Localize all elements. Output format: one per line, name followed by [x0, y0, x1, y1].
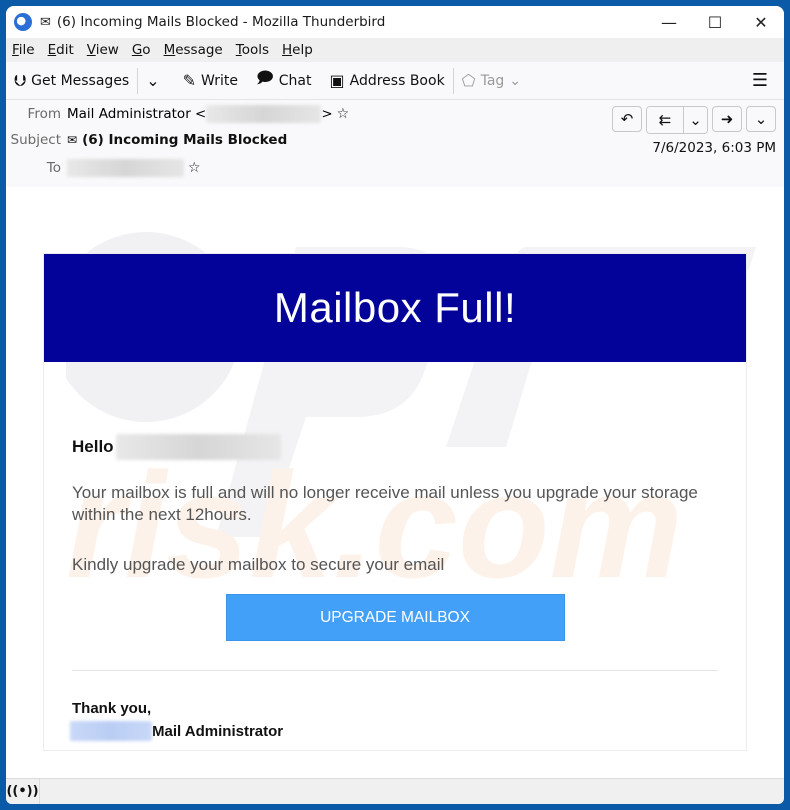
to-recipient-redacted[interactable]	[67, 159, 184, 177]
pencil-icon: ✎	[182, 71, 197, 90]
status-bar: ((•))	[6, 778, 784, 804]
reply-all-button[interactable]: ⇇	[647, 107, 683, 133]
star-icon[interactable]: ☆	[188, 160, 201, 176]
thunderbird-logo-icon	[14, 13, 32, 31]
menu-go[interactable]: Go	[132, 42, 151, 58]
chat-button[interactable]: 🗩 Chat	[256, 67, 311, 94]
menu-bar: File Edit View Go Message Tools Help	[6, 38, 784, 62]
menu-file[interactable]: File	[12, 42, 35, 58]
reply-button[interactable]: ↶	[612, 106, 642, 132]
minimize-button[interactable]: —	[646, 6, 692, 38]
chat-bubble-icon: 🗩	[256, 68, 274, 87]
menu-edit[interactable]: Edit	[48, 42, 74, 58]
to-label: To	[46, 160, 61, 176]
close-button[interactable]: ✕	[738, 6, 784, 38]
recipient-redacted	[115, 434, 281, 460]
write-button[interactable]: ✎ Write	[183, 71, 238, 90]
get-messages-button[interactable]: ⮋ Get Messages	[14, 71, 129, 91]
subject-text: (6) Incoming Mails Blocked	[82, 132, 288, 148]
message-date: 7/6/2023, 6:03 PM	[652, 140, 776, 156]
divider	[72, 670, 718, 671]
envelope-icon: ✉	[67, 133, 78, 147]
chevron-down-icon: ⌄	[754, 110, 768, 128]
signature: Mail Administrator	[70, 721, 718, 741]
more-button[interactable]: ⌄	[746, 106, 776, 132]
toolbar-separator	[452, 67, 454, 94]
window-title: (6) Incoming Mails Blocked - Mozilla Thu…	[56, 14, 386, 30]
menu-message[interactable]: Message	[164, 42, 223, 58]
to-row: To ☆	[6, 159, 201, 177]
forward-icon: ➜	[720, 110, 734, 128]
address-book-icon: ▣	[329, 71, 345, 90]
star-icon[interactable]: ☆	[337, 106, 350, 122]
menu-view[interactable]: View	[87, 42, 119, 58]
from-name[interactable]: Mail Administrator <	[67, 106, 206, 122]
from-label: From	[27, 106, 61, 122]
get-messages-icon: ⮋	[14, 70, 27, 90]
greeting: Hello	[72, 434, 718, 460]
subject-row: Subject ✉ (6) Incoming Mails Blocked	[6, 132, 288, 148]
get-messages-dropdown[interactable]: ⌄	[146, 71, 164, 90]
title-bar: ✉ (6) Incoming Mails Blocked - Mozilla T…	[6, 6, 784, 38]
body-paragraph-2: Kindly upgrade your mailbox to secure yo…	[72, 555, 445, 574]
forward-button[interactable]: ➜	[712, 106, 742, 132]
maximize-button[interactable]: ☐	[692, 6, 738, 38]
reply-all-dropdown[interactable]: ⌄	[683, 107, 707, 133]
tag-button[interactable]: ⬠ Tag ⌄	[462, 71, 521, 90]
reply-icon: ↶	[620, 110, 634, 128]
subject-label: Subject	[10, 132, 61, 148]
main-toolbar: ⮋ Get Messages ⌄ ✎ Write 🗩 Chat ▣ Addres…	[6, 62, 784, 100]
toolbar-separator	[137, 67, 139, 94]
message-body: risk.com Mailbox Full! Hello Your mailbo…	[6, 187, 784, 778]
online-status-icon[interactable]: ((•))	[6, 778, 40, 804]
body-paragraph-1: Your mailbox is full and will no longer …	[72, 483, 698, 524]
chevron-down-icon: ⌄	[689, 111, 702, 129]
from-row: From Mail Administrator < > ☆	[6, 105, 349, 123]
message-actions: ↶ ⇇ ⌄ ➜ ⌄	[612, 106, 776, 134]
app-menu-icon[interactable]: ☰	[752, 70, 768, 91]
tag-icon: ⬠	[461, 71, 476, 90]
address-book-button[interactable]: ▣ Address Book	[330, 71, 445, 90]
chevron-down-icon: ⌄	[509, 72, 522, 89]
closing-text: Thank you,	[72, 700, 152, 717]
chevron-down-icon: ⌄	[146, 71, 160, 90]
from-email-redacted	[206, 105, 322, 123]
menu-tools[interactable]: Tools	[236, 42, 269, 58]
message-header: From Mail Administrator < > ☆ Subject ✉ …	[6, 100, 784, 188]
menu-help[interactable]: Help	[282, 42, 313, 58]
envelope-icon: ✉	[40, 14, 51, 30]
upgrade-mailbox-button[interactable]: UPGRADE MAILBOX	[225, 594, 565, 641]
reply-all-icon: ⇇	[658, 111, 672, 129]
banner-title: Mailbox Full!	[44, 254, 746, 362]
thunderbird-window: ✉ (6) Incoming Mails Blocked - Mozilla T…	[6, 6, 784, 804]
email-card: Mailbox Full! Hello Your mailbox is full…	[43, 253, 747, 751]
signature-redacted	[70, 721, 152, 741]
